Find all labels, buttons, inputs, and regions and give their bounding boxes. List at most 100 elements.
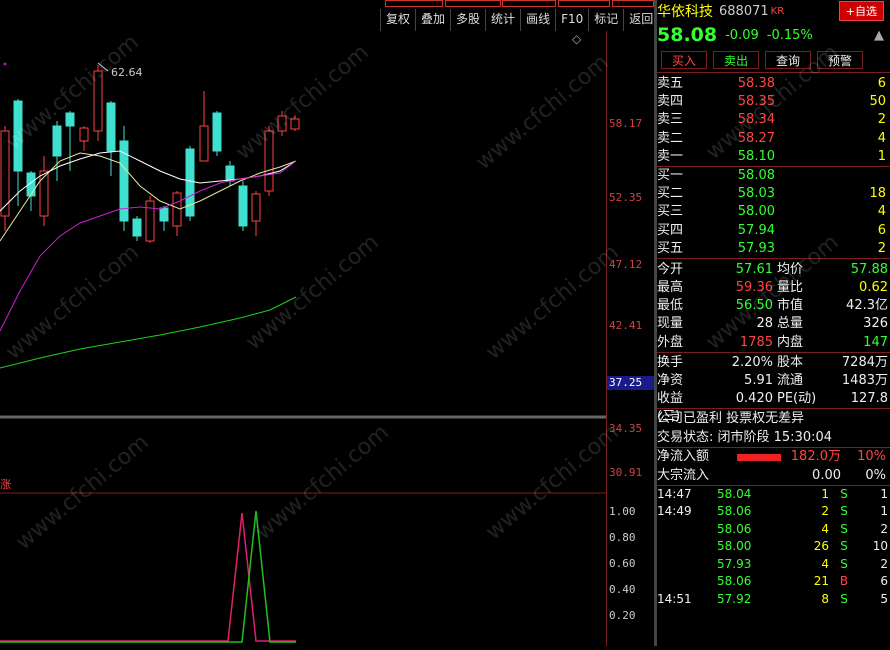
ask-price: 58.38 [737, 76, 775, 91]
tick-side: S [840, 556, 848, 571]
tick-side: S [840, 504, 848, 519]
tick-price: 58.04 [717, 486, 752, 501]
bid-label: 买三 [657, 204, 684, 220]
stat-value: 57.88 [850, 261, 888, 277]
kline-chart[interactable]: ◇ 62.64 涨 [0, 31, 606, 646]
toolbar-stats-button[interactable]: 统计 [485, 9, 520, 31]
stats-block: 今开 57.61 均价 57.88 最高 59.36 量比 0.62 最低 56.50 市值 42… [657, 259, 890, 353]
buy-button[interactable]: 买入 [661, 51, 707, 69]
tick-vol: 26 [813, 539, 829, 554]
tick-vol: 2 [821, 504, 829, 519]
tick-vol: 8 [821, 591, 829, 606]
candle-body [65, 112, 75, 127]
diamond-icon[interactable]: ◇ [572, 32, 582, 46]
bid-price: 57.93 [737, 240, 775, 256]
stat-label: 最高 [657, 280, 684, 296]
tick-side: S [840, 591, 848, 606]
high-arrow [97, 62, 109, 72]
bid-vol: 2 [877, 240, 886, 256]
y-label: 42.41 [609, 319, 643, 332]
toolbar-f10-button[interactable]: F10 [555, 9, 588, 31]
tick-price: 57.92 [717, 591, 752, 606]
trade-buttons: 买入 卖出 查询 预警 [657, 48, 890, 73]
candle-body [145, 200, 155, 242]
stat-value: 59.36 [735, 280, 773, 296]
tick-count: 2 [880, 556, 888, 571]
board-tag: KR [770, 5, 785, 17]
stat-row: 最高 59.36 量比 0.62 [657, 279, 890, 297]
candle-body [172, 192, 182, 227]
tick-row: 14:51 57.92 8 S 5 [657, 591, 890, 609]
ask-row: 卖五 58.38 6 [657, 75, 890, 93]
stat-label: 收益(三) [657, 391, 684, 425]
stat-value: 1483万 [841, 373, 888, 388]
tick-vol: 4 [821, 556, 829, 571]
stat-value: 147 [863, 334, 888, 350]
stat-value: 5.91 [744, 373, 773, 388]
ma60-line [0, 296, 297, 369]
tick-side: B [839, 574, 849, 589]
stat-label: 最低 [657, 298, 684, 314]
tick-time [657, 521, 717, 539]
chart-toolbar: 复权 叠加 多股 统计 画线 F10 标记 返回 [380, 9, 658, 31]
stock-header: 华依科技 688071 KR +自选 [657, 0, 890, 22]
top-strip-block [445, 0, 501, 7]
tick-time [657, 573, 717, 591]
stat-label: 均价 [777, 261, 804, 277]
query-button[interactable]: 查询 [765, 51, 811, 69]
bid-vol: 18 [869, 186, 886, 202]
price-change: -0.09 [725, 27, 759, 43]
price-change-pct: -0.15% [766, 27, 813, 43]
ind-label: 0.80 [609, 531, 636, 544]
toolbar-multistock-button[interactable]: 多股 [450, 9, 485, 31]
add-watchlist-button[interactable]: +自选 [838, 1, 884, 21]
stat-row: 最低 56.50 市值 42.3亿 [657, 297, 890, 315]
trade-status: 交易状态: 闭市阶段 15:30:04 [657, 430, 833, 446]
tick-time: 14:47 [657, 486, 692, 501]
ind-label: 0.60 [609, 557, 636, 570]
toolbar-fuquan-button[interactable]: 复权 [380, 9, 415, 31]
tick-price: 57.93 [717, 556, 752, 571]
top-strip-block [502, 0, 556, 7]
tick-side: S [840, 521, 848, 536]
stat-label: 现量 [657, 316, 684, 332]
y-label: 30.91 [609, 466, 643, 479]
alert-button[interactable]: 预警 [817, 51, 863, 69]
tick-count: 10 [872, 539, 888, 554]
ask-vol: 6 [877, 76, 886, 91]
toolbar-draw-button[interactable]: 画线 [520, 9, 555, 31]
tick-list[interactable]: 14:47 58.04 1 S 1 14:49 58.06 2 S 1 58.06 4 S 2 58.… [657, 484, 890, 609]
ask-label: 卖一 [657, 148, 684, 164]
candle-body [199, 125, 209, 162]
toolbar-mark-button[interactable]: 标记 [588, 9, 623, 31]
bid-vol [775, 167, 890, 185]
bid-row: 买一 58.08 [657, 167, 890, 185]
tick-time: 14:49 [657, 504, 692, 519]
tick-row: 57.93 4 S 2 [657, 556, 890, 574]
indicator-tag: 涨 [0, 478, 11, 491]
price-axis: 58.17 52.35 47.12 42.41 37.25 34.35 30.9… [606, 31, 655, 646]
y-label: 58.17 [609, 117, 643, 130]
toolbar-overlay-button[interactable]: 叠加 [415, 9, 450, 31]
stat-value: 1785 [739, 334, 773, 350]
ask-label: 卖二 [657, 130, 684, 146]
tick-side: S [840, 486, 848, 501]
stat-row: 净资 5.91 流通 1483万 [657, 372, 890, 390]
bell-icon[interactable]: ▲ [874, 28, 884, 43]
stat-row: 换手 2.20% 股本 7284万 [657, 354, 890, 372]
ask-vol: 2 [877, 112, 886, 128]
candle-body [238, 185, 248, 227]
ask-label: 卖四 [657, 94, 684, 110]
flow-label: 净流入额 [657, 449, 710, 465]
bid-price: 58.03 [737, 186, 775, 202]
tick-count: 6 [880, 574, 888, 589]
stock-code: 688071 [719, 3, 769, 19]
bid-vol: 6 [877, 222, 886, 238]
ind-label: 0.40 [609, 583, 636, 596]
high-price-label: 62.64 [111, 66, 143, 79]
stat-label: 市值 [777, 298, 804, 314]
ask-vol: 50 [869, 94, 886, 110]
tick-vol: 1 [821, 486, 829, 501]
sell-button[interactable]: 卖出 [713, 51, 759, 69]
candle-body [225, 165, 235, 182]
